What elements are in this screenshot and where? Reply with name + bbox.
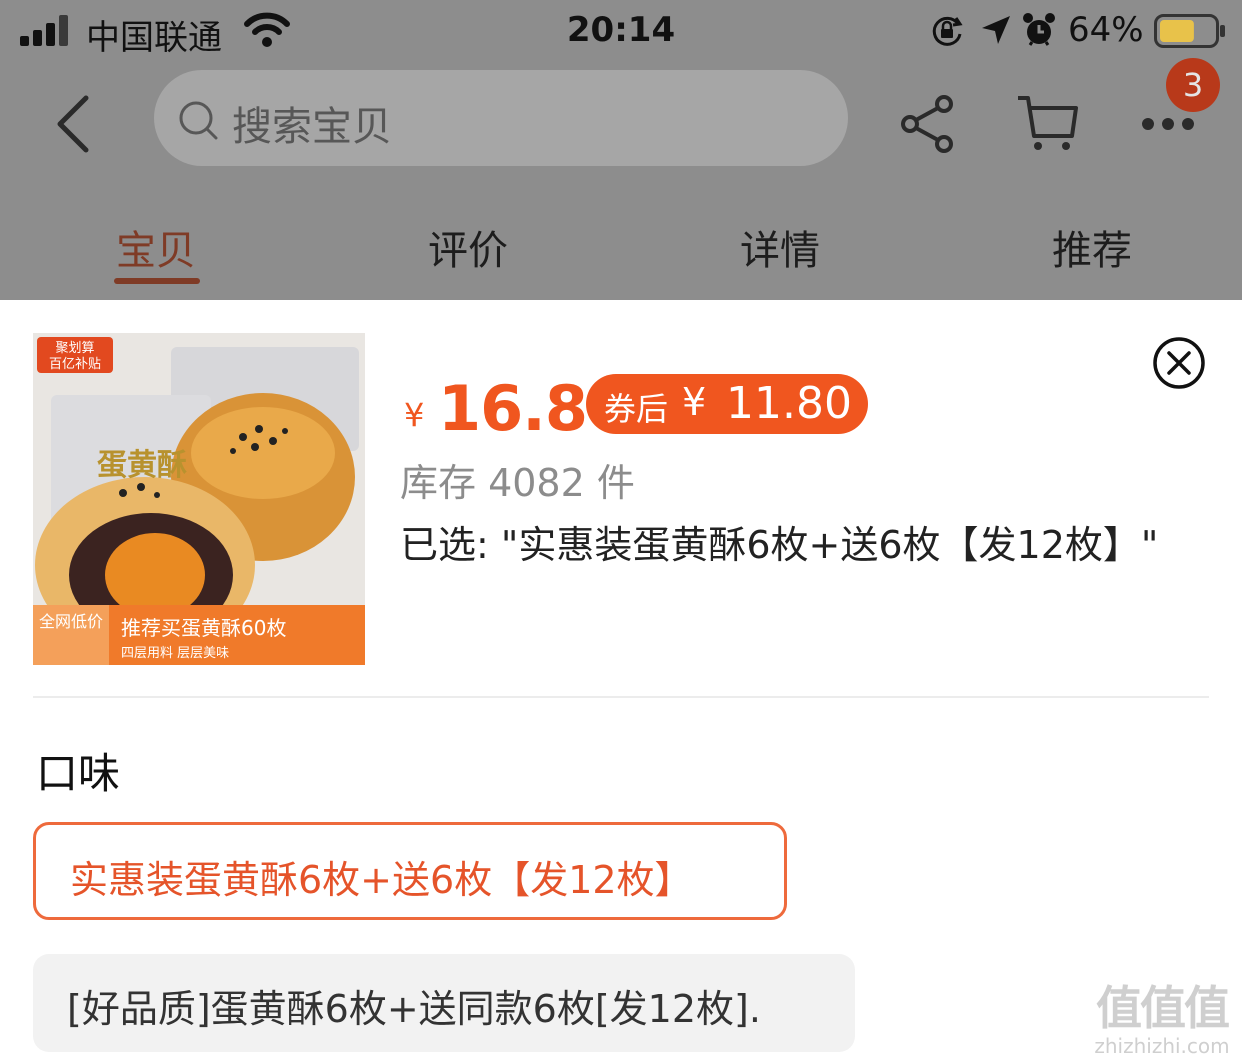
thumb-product-text: 蛋黄酥: [97, 448, 187, 483]
stock-count: 库存 4082 件: [400, 461, 635, 505]
thumb-bottom-line2: 四层用料 层层美味: [121, 646, 229, 661]
battery-icon: [1154, 14, 1225, 48]
product-tabs: 宝贝 评价 详情 推荐: [0, 208, 1242, 288]
coupon-label: 券后: [604, 390, 669, 428]
watermark: 值值值 zhizhizhi.com: [1092, 972, 1232, 1056]
search-icon: [179, 101, 218, 140]
more-icon[interactable]: [1140, 114, 1196, 134]
price-value: 16.8: [438, 372, 588, 445]
tab-reviews[interactable]: 评价: [398, 218, 538, 276]
alarm-icon: [1023, 13, 1055, 46]
dimmed-background-page[interactable]: 中国联通 20:14 64% 搜索宝贝 3 宝贝 评价 详情 推荐: [0, 0, 1242, 300]
tab-item[interactable]: 宝贝: [86, 218, 226, 276]
cart-count-badge: 3: [1166, 58, 1220, 112]
tab-details[interactable]: 详情: [710, 218, 850, 276]
price-currency: ¥: [404, 396, 425, 434]
top-nav: 搜索宝贝 3: [0, 58, 1242, 176]
active-tab-indicator: [114, 278, 200, 284]
selected-sku-text: 已选: "实惠装蛋黄酥6枚+送6枚【发12枚】": [400, 523, 1159, 567]
thumb-bottom-line1: 推荐买蛋黄酥60枚: [121, 616, 286, 640]
location-icon: [982, 16, 1010, 44]
thumb-bottom-badge: 全网低价: [39, 612, 103, 631]
tab-recommend[interactable]: 推荐: [1022, 218, 1162, 276]
divider: [33, 696, 1209, 698]
watermark-logo: 值值值: [1096, 981, 1230, 1035]
thumb-badge-line1: 聚划算: [55, 341, 94, 356]
flavor-option[interactable]: [好品质]蛋黄酥6枚+送同款6枚[发12枚].: [33, 954, 855, 1052]
coupon-price: 11.80: [726, 378, 852, 429]
search-input[interactable]: 搜索宝贝: [154, 70, 848, 166]
flavor-option-label: 实惠装蛋黄酥6枚+送6枚【发12枚】: [70, 858, 693, 902]
battery-percent: 64%: [1068, 10, 1144, 50]
flavor-option-selected[interactable]: 实惠装蛋黄酥6枚+送6枚【发12枚】: [33, 822, 787, 920]
watermark-site: zhizhizhi.com: [1094, 1034, 1230, 1056]
cart-icon[interactable]: [1016, 92, 1080, 154]
back-icon[interactable]: [50, 94, 94, 154]
coupon-price-badge: 券后 ¥ 11.80: [586, 374, 868, 434]
orientation-lock-icon: [932, 16, 963, 46]
flavor-section-title: 口味: [36, 749, 121, 798]
product-thumbnail[interactable]: 聚划算 百亿补贴 蛋黄酥 全网低价 推荐买蛋黄酥60枚 四层用料 层层美味: [33, 333, 365, 665]
status-bar: 中国联通 20:14 64%: [0, 0, 1242, 66]
close-icon[interactable]: [1152, 336, 1206, 390]
thumb-badge-line2: 百亿补贴: [49, 357, 101, 372]
coupon-currency: ¥: [682, 380, 707, 424]
search-placeholder: 搜索宝贝: [232, 104, 392, 150]
flavor-option-label: [好品质]蛋黄酥6枚+送同款6枚[发12枚].: [67, 987, 761, 1031]
price-row: ¥ 16.8 券后 ¥ 11.80: [400, 372, 1100, 445]
share-icon[interactable]: [898, 94, 956, 154]
sku-selection-sheet: 聚划算 百亿补贴 蛋黄酥 全网低价 推荐买蛋黄酥60枚 四层用料 层层美味 ¥ …: [0, 300, 1242, 1056]
